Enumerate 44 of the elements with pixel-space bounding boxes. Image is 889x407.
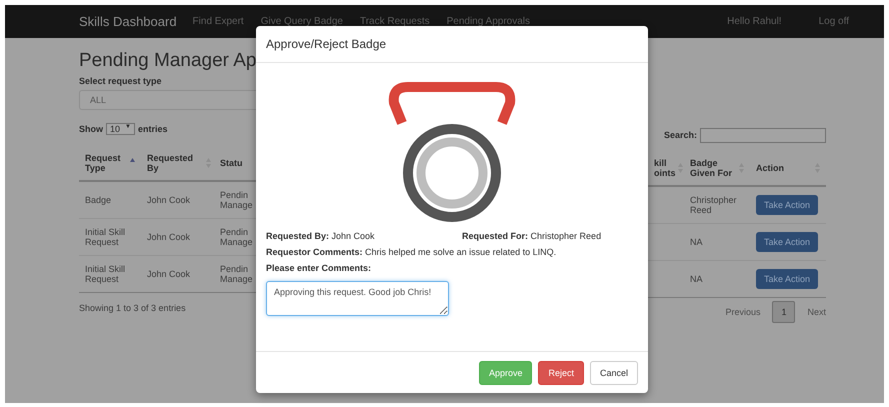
nav-link[interactable]: Give Query Badge	[260, 16, 343, 27]
take-action-button[interactable]: Take Action	[756, 269, 818, 289]
search-field[interactable]	[700, 128, 826, 142]
table-cell: John Cook	[141, 218, 217, 256]
search-label: Search:	[664, 130, 697, 140]
dialog-button[interactable]: Cancel	[590, 360, 638, 384]
previous-link[interactable]: Previous	[725, 307, 760, 317]
filter-label: Select request type	[79, 76, 163, 86]
column-header[interactable]: Badge Given For	[684, 151, 750, 186]
table-cell: NA	[684, 260, 750, 298]
nav-link[interactable]: Find Expert	[192, 16, 244, 27]
dialog-button[interactable]: Reject	[538, 360, 584, 384]
comments-field[interactable]: Approving this request. Good job Chris!	[266, 281, 449, 316]
medal-icon	[388, 81, 516, 223]
page-link[interactable]: 1	[772, 301, 796, 323]
table-info: Showing 1 to 3 of 3 entries	[79, 303, 187, 313]
show-label: Show	[79, 124, 103, 134]
brand-link[interactable]: Skills Dashboard	[79, 14, 177, 29]
column-header[interactable]: Request Type	[79, 146, 141, 181]
nav-link[interactable]: Pending Approvals	[446, 16, 530, 27]
dialog-button[interactable]: Approve	[478, 360, 532, 384]
table-cell: Initial Skill Request	[79, 256, 141, 292]
entries-label: entries	[138, 124, 168, 134]
table-cell: John Cook	[141, 181, 217, 218]
requested-by-text: Requested By: John Cook	[266, 231, 376, 241]
requested-for-text: Requested For: Christopher Reed	[462, 231, 602, 241]
table-cell: John Cook	[141, 256, 217, 292]
table-cell: Badge	[79, 181, 141, 218]
nav-link[interactable]: Track Requests	[360, 16, 430, 27]
page-title: Pending Manager Ap	[79, 50, 258, 72]
user-greeting-link[interactable]: Hello Rahul!	[727, 16, 782, 27]
request-type-select[interactable]: ALL	[79, 90, 259, 110]
column-header[interactable]: Action	[750, 151, 826, 186]
comments-label: Please enter Comments:	[266, 263, 372, 273]
requestor-comments-text: Requestor Comments: Chris helped me solve an issue related to LINQ.	[266, 247, 558, 257]
take-action-button[interactable]: Take Action	[756, 232, 818, 252]
column-header[interactable]: Requested By	[141, 146, 217, 181]
next-link[interactable]: Next	[807, 307, 826, 317]
table-cell: Initial Skill Request	[79, 218, 141, 256]
take-action-button[interactable]: Take Action	[756, 195, 818, 215]
table-cell: Christopher Reed	[684, 186, 750, 224]
logout-link[interactable]: Log off	[818, 16, 849, 27]
table-cell: NA	[684, 224, 750, 260]
dialog-title: Approve/Reject Badge	[266, 37, 386, 51]
